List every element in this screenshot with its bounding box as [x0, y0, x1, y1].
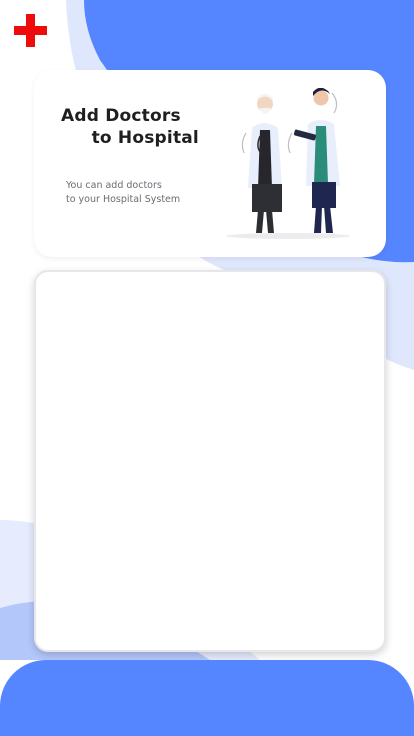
add-doctors-card: Add Doctors to Hospital You can add doct…: [34, 70, 386, 257]
doctor-form-panel: [34, 270, 386, 652]
hero-title: Add Doctors to Hospital: [61, 106, 199, 148]
bottom-bar: [0, 660, 414, 736]
red-cross-icon: [14, 14, 47, 47]
hero-subtitle: You can add doctors to your Hospital Sys…: [66, 180, 181, 205]
two-doctors-illustration: [226, 88, 350, 239]
